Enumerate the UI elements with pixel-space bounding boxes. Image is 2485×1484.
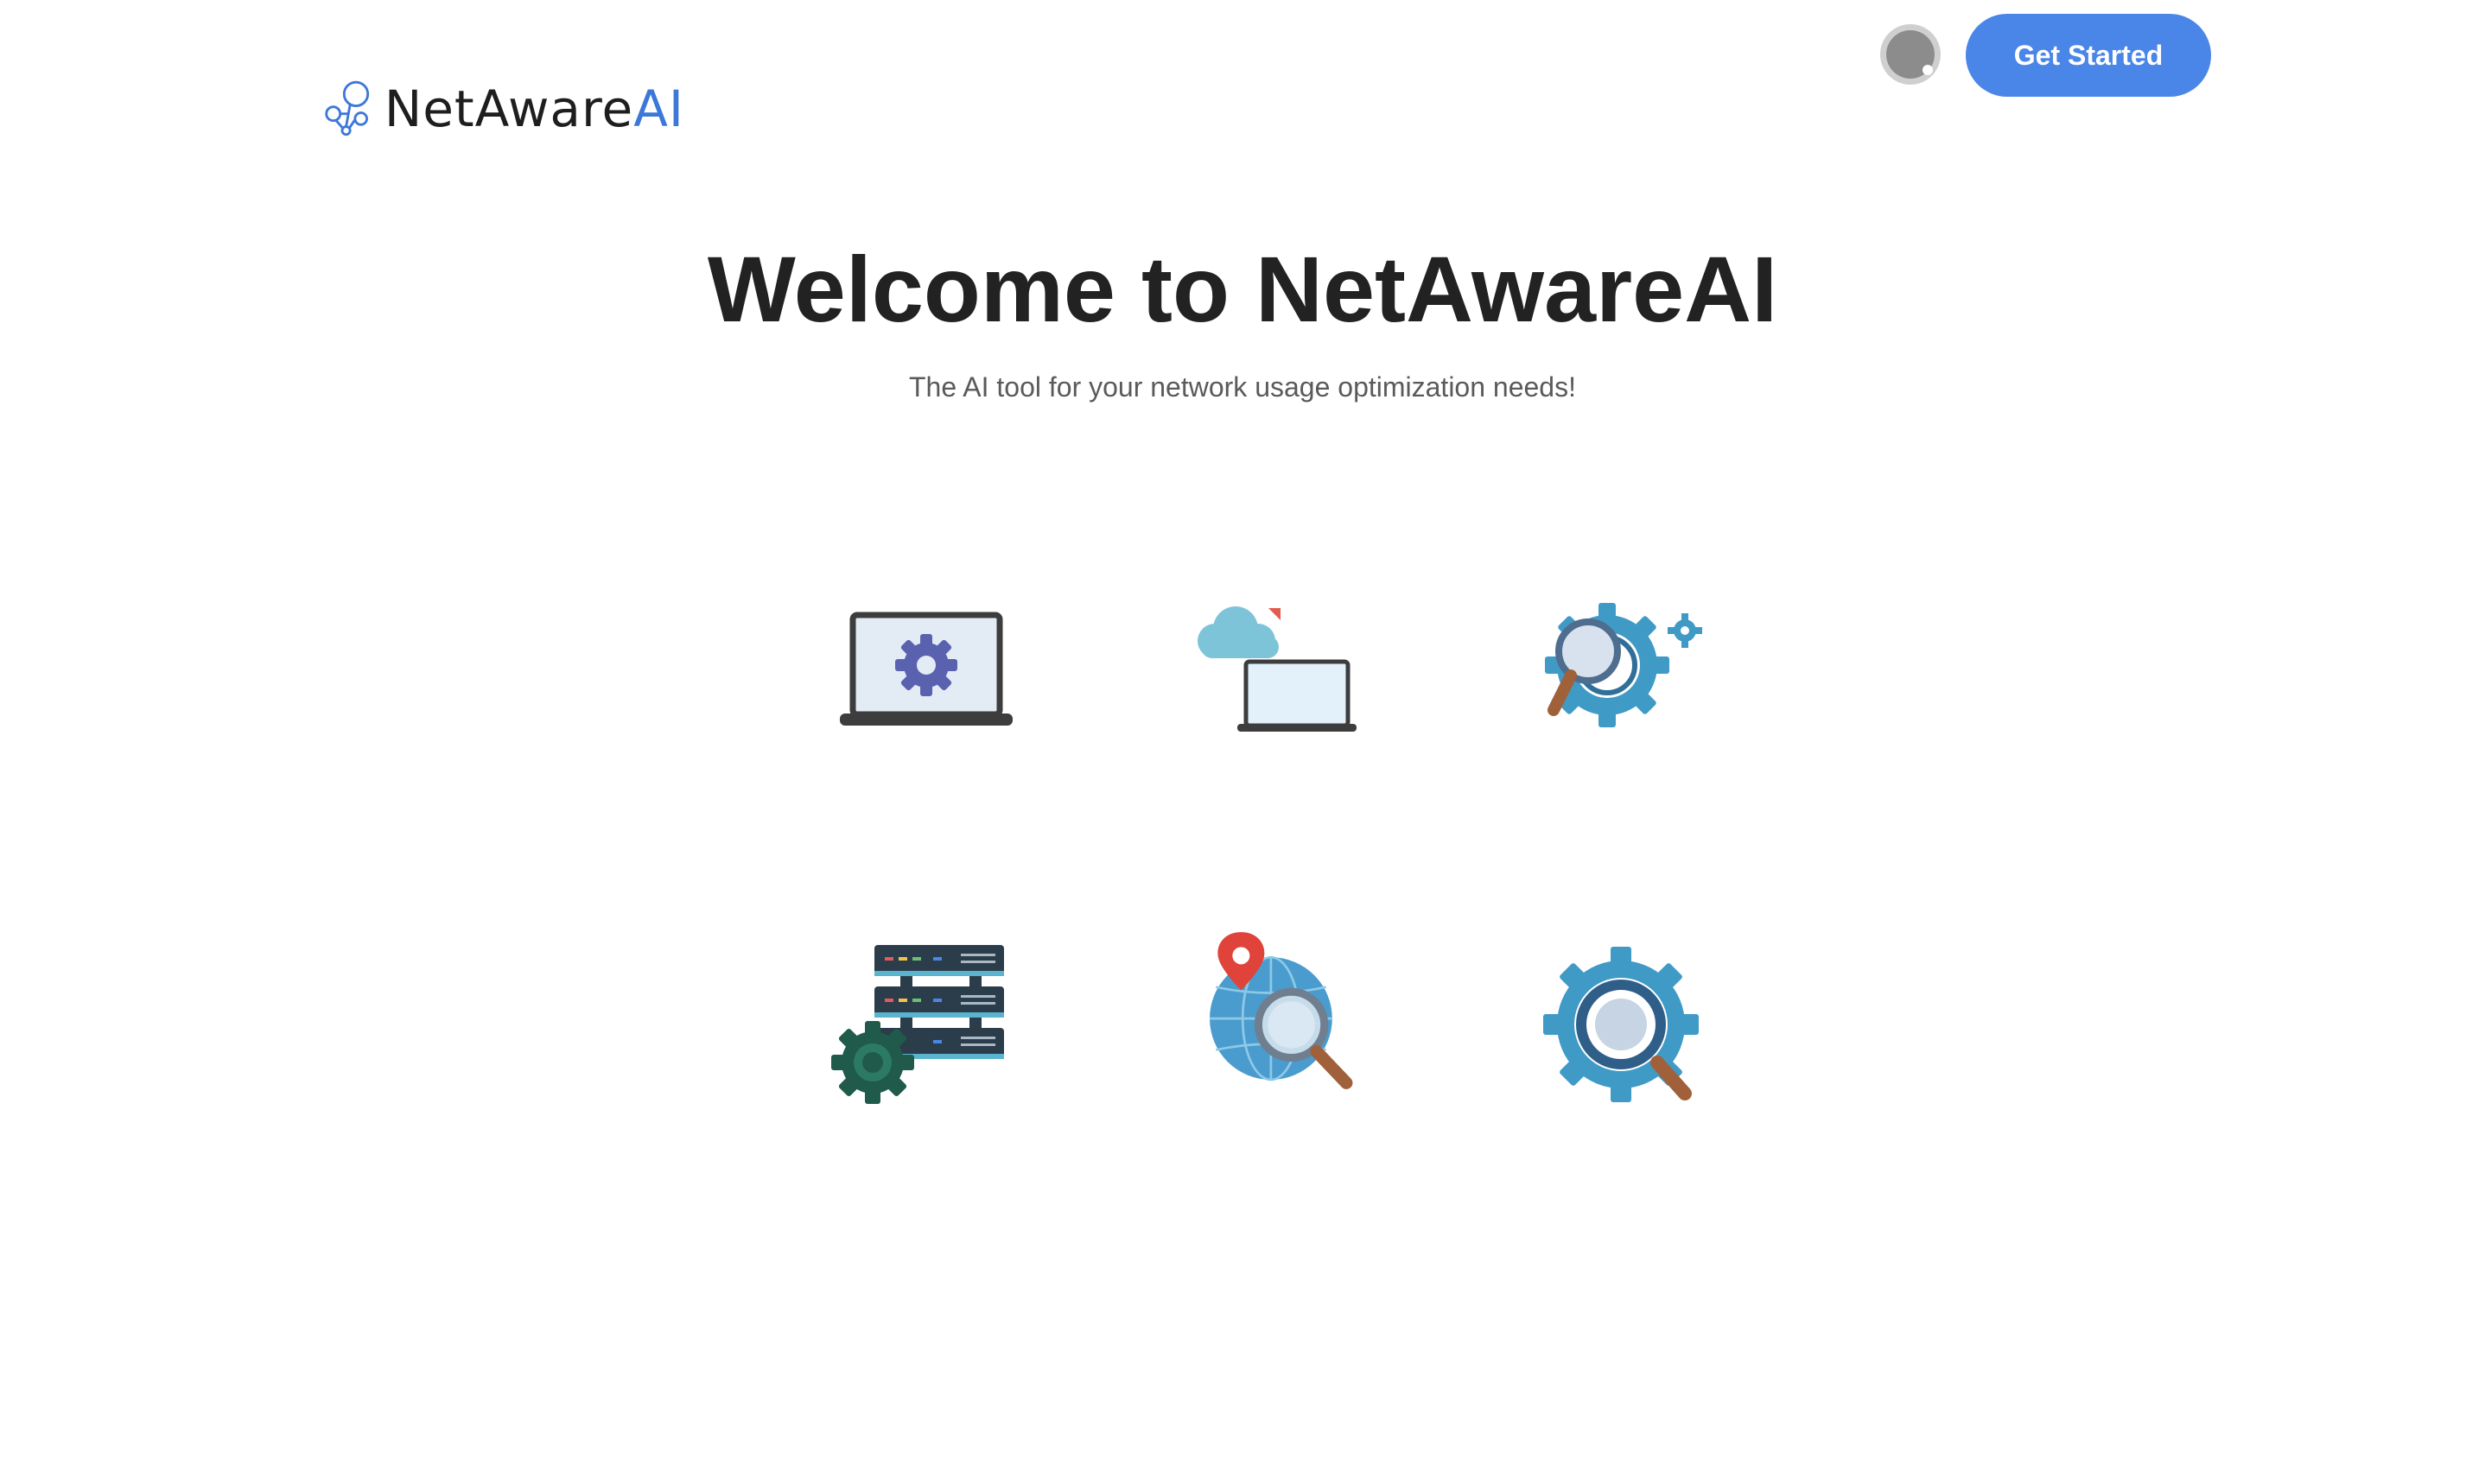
page-title: Welcome to NetAwareAI: [707, 237, 1778, 341]
cloud-laptop-icon: [1184, 587, 1374, 760]
logo[interactable]: NetAwareAI: [321, 57, 684, 161]
logo-wordmark: NetAwareAI: [385, 84, 684, 134]
user-avatar-icon[interactable]: [1880, 24, 1941, 85]
page-subtitle: The AI tool for your network usage optim…: [909, 371, 1576, 403]
avatar-image: [1886, 30, 1935, 79]
logo-name-accent: AI: [633, 79, 684, 138]
globe-location-search-icon: [1184, 924, 1374, 1097]
server-gear-icon: [831, 942, 1021, 1114]
gear-magnifier-icon: [1538, 587, 1728, 760]
network-nodes-icon: [325, 80, 370, 136]
logo-name: NetAware: [384, 79, 634, 138]
laptop-settings-icon: [831, 587, 1021, 760]
landing-page: NetAwareAI Get Started Welcome to NetAwa…: [0, 0, 2485, 1484]
gear-search-icon: [1538, 942, 1728, 1114]
get-started-button[interactable]: Get Started: [1966, 14, 2211, 97]
